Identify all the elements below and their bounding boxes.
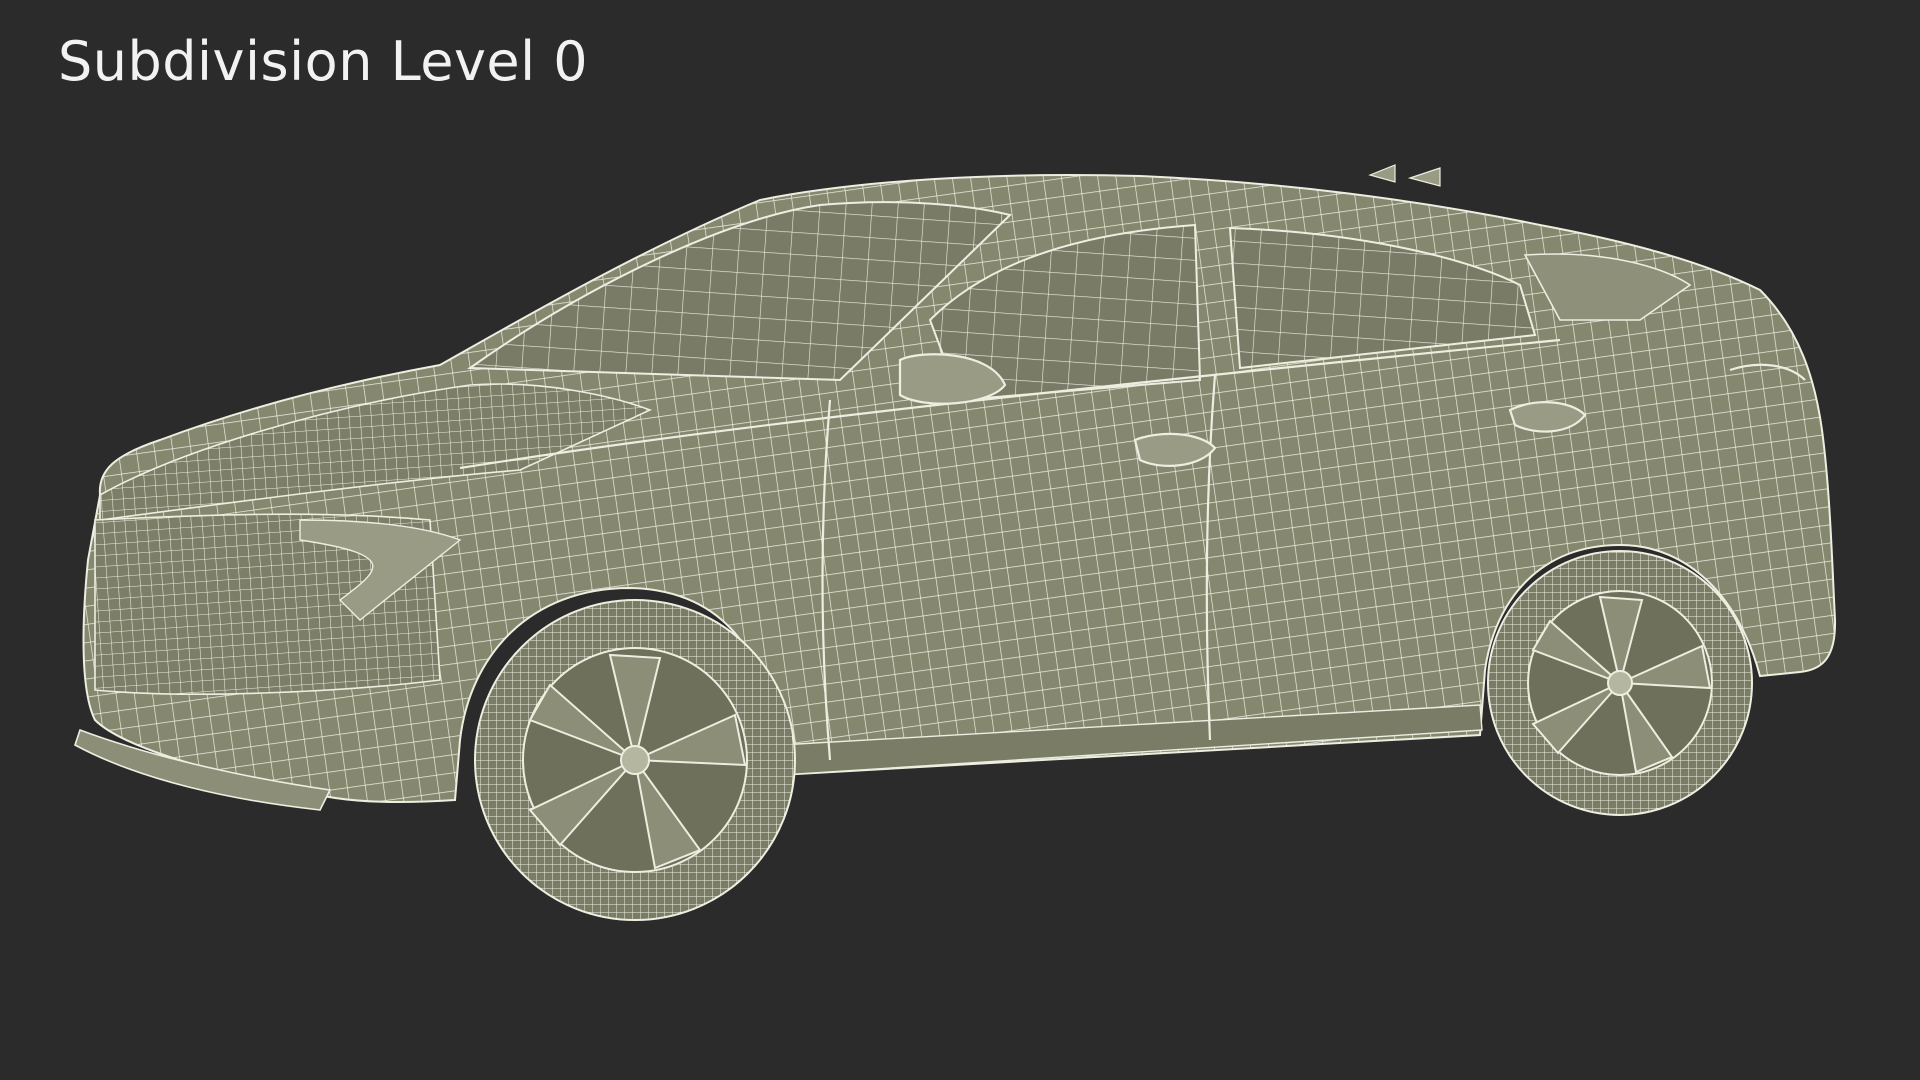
front-wheel — [474, 599, 796, 921]
rear-wheel — [1487, 550, 1753, 816]
wireframe-car-icon — [74, 164, 1837, 921]
viewport: Subdivision Level 0 — [0, 0, 1920, 1080]
